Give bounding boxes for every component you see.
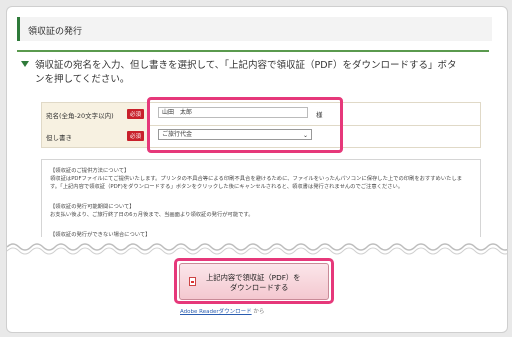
- notice-text-1a: 領収証はPDFファイルにてご提供いたします。プリンタの不具合等による印刷不具合を…: [50, 176, 463, 182]
- page-header: 領収証の発行: [17, 17, 492, 41]
- reader-note: Adobe Readerダウンロード から: [180, 307, 264, 315]
- triangle-icon: [21, 61, 29, 67]
- required-badge: 必須: [126, 109, 144, 119]
- torn-edge-divider: [7, 237, 507, 257]
- notice-heading-2: 【領収証の発行可能期間について】: [50, 204, 135, 210]
- name-label: 宛名(全角-20文字以内): [46, 112, 114, 120]
- name-label-cell: 宛名(全角-20文字以内) 必須: [42, 103, 149, 125]
- form-highlight: [147, 97, 343, 153]
- instruction-line-1: 領収証の宛名を入力、但し書きを選択して、「上記内容で領収証（PDF）をダウンロー…: [35, 60, 457, 71]
- instruction-line-2: ンを押してください。: [35, 74, 130, 85]
- download-label-line-2: ダウンロードする: [230, 283, 289, 292]
- memo-label-cell: 但し書き 必須: [42, 125, 149, 147]
- notice-text-2: お支払い後より、ご旅行終了日の6ヵ月後まで、当画面より領収証の発行が可能です。: [50, 212, 254, 218]
- adobe-reader-download-link[interactable]: Adobe Readerダウンロード: [180, 309, 252, 315]
- notice-text-1b: す。「上記内容で領収証（PDF)をダウンロードする」ボタンをクリックした後にキャ…: [50, 184, 404, 190]
- notice-box: 【領収証のご提供方法について】 領収証はPDFファイルにてご提供いたします。プリ…: [41, 159, 481, 249]
- download-label-line-1: 上記内容で領収証（PDF）を: [206, 273, 301, 282]
- page-title: 領収証の発行: [28, 27, 83, 37]
- memo-label: 但し書き: [46, 134, 72, 142]
- notice-heading-1: 【領収証のご提供方法について】: [50, 168, 130, 174]
- pdf-icon: [189, 277, 196, 286]
- required-badge: 必須: [126, 131, 144, 141]
- download-receipt-button[interactable]: 上記内容で領収証（PDF）を ダウンロードする: [179, 263, 329, 300]
- instruction-text: 領収証の宛名を入力、但し書きを選択して、「上記内容で領収証（PDF）をダウンロー…: [21, 59, 491, 87]
- section-divider: [17, 50, 489, 52]
- reader-suffix: から: [253, 309, 265, 315]
